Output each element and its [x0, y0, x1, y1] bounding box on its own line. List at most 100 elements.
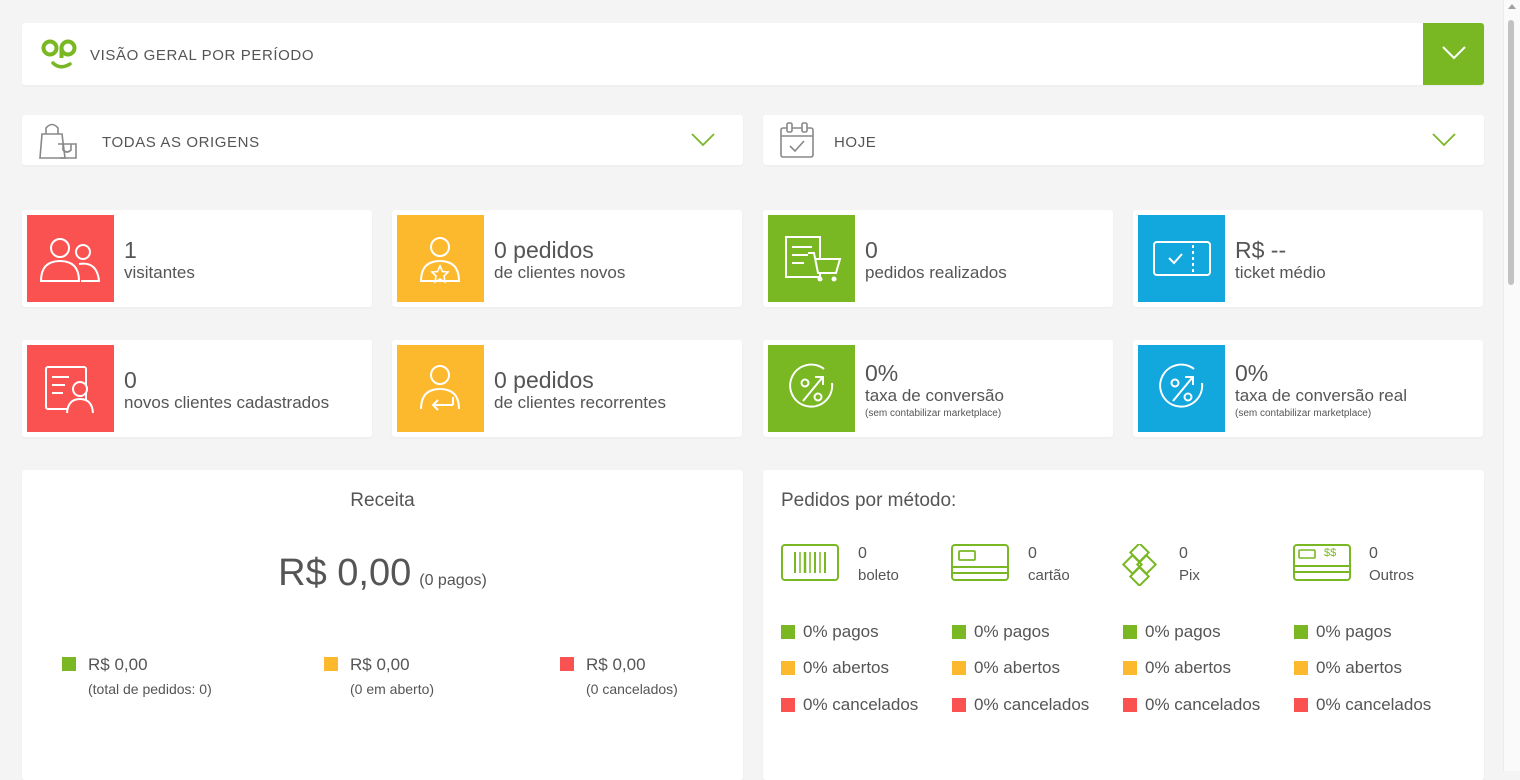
- user-document-icon: [45, 366, 94, 414]
- stat-label: novos clientes cadastrados: [124, 393, 330, 412]
- legend-swatch-yellow: [1123, 661, 1137, 675]
- vertical-scrollbar[interactable]: [1503, 0, 1520, 771]
- order-cart-icon: [785, 236, 842, 282]
- cash-card-icon: [1293, 544, 1351, 581]
- stat-label: de clientes recorrentes: [494, 393, 666, 412]
- stat-label: visitantes: [124, 263, 195, 282]
- status-text: 0% abertos: [803, 658, 889, 677]
- pix-icon: [1122, 544, 1158, 586]
- overview-header: VISÃO GERAL POR PERÍODO: [22, 23, 1484, 85]
- method-label: Outros: [1369, 567, 1415, 584]
- stat-label: pedidos realizados: [865, 263, 1007, 282]
- stat-clientes-novos: 0 pedidos de clientes novos: [392, 210, 742, 307]
- status-text: 0% cancelados: [974, 695, 1090, 714]
- stat-clientes-recorrentes: 0 pedidos de clientes recorrentes: [392, 340, 742, 437]
- revenue-note: (total de pedidos: 0): [88, 681, 212, 697]
- revenue-total: R$ 0,00 (0 pagos): [22, 552, 743, 595]
- legend-swatch-green: [781, 625, 795, 639]
- stat-icon-box: [1138, 345, 1225, 432]
- legend-swatch-red: [1123, 698, 1137, 712]
- credit-card-icon: [951, 544, 1009, 581]
- stat-icon-box: [27, 345, 114, 432]
- revenue-value: R$ 0,00: [88, 655, 148, 674]
- legend-swatch-green: [62, 657, 76, 671]
- user-return-icon: [420, 365, 460, 411]
- legend-swatch-green: [1294, 625, 1308, 639]
- calendar-check-icon: [780, 122, 814, 158]
- stat-pedidos-realizados: 0 pedidos realizados: [763, 210, 1113, 307]
- stat-label: taxa de conversão: [865, 386, 1004, 405]
- user-star-icon: [419, 237, 461, 284]
- users-icon: [39, 238, 101, 282]
- status-text: 0% cancelados: [1316, 695, 1432, 714]
- period-filter-label: HOJE: [834, 134, 877, 151]
- stat-icon-box: [768, 215, 855, 302]
- origin-filter-dropdown[interactable]: TODAS AS ORIGENS: [22, 115, 743, 165]
- collapse-toggle-button[interactable]: [1423, 23, 1484, 85]
- stat-ticket-medio: R$ -- ticket médio: [1133, 210, 1483, 307]
- status-text: 0% pagos: [974, 622, 1050, 641]
- revenue-total-value: R$ 0,00: [278, 552, 412, 594]
- method-count: 0: [858, 545, 867, 562]
- method-count: 0: [1028, 545, 1037, 562]
- legend-swatch-green: [1123, 625, 1137, 639]
- chevron-down-icon: [1432, 133, 1456, 147]
- revenue-paid-count: (0 pagos): [419, 572, 487, 589]
- revenue-value: R$ 0,00: [586, 655, 646, 674]
- percent-circle-icon: [1159, 363, 1204, 408]
- stat-value: 0: [124, 367, 137, 393]
- status-text: 0% pagos: [1145, 622, 1221, 641]
- stat-icon-box: [397, 345, 484, 432]
- stat-icon-box: [397, 215, 484, 302]
- scroll-up-arrow-icon[interactable]: [1508, 4, 1516, 9]
- method-label: boleto: [858, 567, 899, 584]
- percent-circle-icon: [789, 363, 834, 408]
- status-text: 0% pagos: [803, 622, 879, 641]
- stat-label: ticket médio: [1235, 263, 1326, 282]
- stat-label: de clientes novos: [494, 263, 626, 282]
- legend-swatch-red: [1294, 698, 1308, 712]
- method-count: 0: [1369, 545, 1378, 562]
- chevron-down-icon: [691, 133, 715, 147]
- stat-value: 0%: [1235, 360, 1269, 386]
- stat-value: 0 pedidos: [494, 367, 594, 393]
- op-logo-icon: [41, 39, 77, 69]
- legend-swatch-yellow: [952, 661, 966, 675]
- legend-swatch-yellow: [324, 657, 338, 671]
- method-label: cartão: [1028, 567, 1070, 584]
- stat-value: R$ --: [1235, 237, 1287, 263]
- revenue-note: (0 cancelados): [586, 681, 678, 697]
- page-title: VISÃO GERAL POR PERÍODO: [90, 47, 315, 64]
- stat-taxa-conversao: 0% taxa de conversão (sem contabilizar m…: [763, 340, 1113, 437]
- stat-note: (sem contabilizar marketplace): [865, 408, 1002, 419]
- revenue-title: Receita: [350, 490, 415, 511]
- stat-icon-box: [27, 215, 114, 302]
- legend-swatch-green: [952, 625, 966, 639]
- chevron-down-icon: [1442, 46, 1466, 60]
- legend-swatch-yellow: [1294, 661, 1308, 675]
- legend-swatch-red: [952, 698, 966, 712]
- status-text: 0% abertos: [1316, 658, 1402, 677]
- orders-by-method-panel: Pedidos por método: 0 boleto 0 cartão 0 …: [763, 470, 1484, 780]
- status-text: 0% pagos: [1316, 622, 1392, 641]
- stat-icon-box: [768, 345, 855, 432]
- period-filter-dropdown[interactable]: HOJE: [763, 115, 1484, 165]
- ticket-icon: [1153, 241, 1211, 276]
- method-count: 0: [1179, 545, 1188, 562]
- status-text: 0% abertos: [974, 658, 1060, 677]
- stat-value: 1: [124, 237, 137, 263]
- stat-novos-clientes: 0 novos clientes cadastrados: [22, 340, 372, 437]
- scrollbar-thumb[interactable]: [1508, 20, 1514, 285]
- stat-value: 0: [865, 237, 878, 263]
- methods-title: Pedidos por método:: [781, 490, 957, 511]
- cash-mark: $$: [1324, 547, 1337, 559]
- status-text: 0% abertos: [1145, 658, 1231, 677]
- origin-filter-label: TODAS AS ORIGENS: [102, 134, 260, 151]
- stat-taxa-conversao-real: 0% taxa de conversão real (sem contabili…: [1133, 340, 1483, 437]
- status-text: 0% cancelados: [803, 695, 919, 714]
- stat-note: (sem contabilizar marketplace): [1235, 408, 1372, 419]
- status-text: 0% cancelados: [1145, 695, 1261, 714]
- revenue-value: R$ 0,00: [350, 655, 410, 674]
- legend-swatch-red: [560, 657, 574, 671]
- stat-label: taxa de conversão real: [1235, 386, 1407, 405]
